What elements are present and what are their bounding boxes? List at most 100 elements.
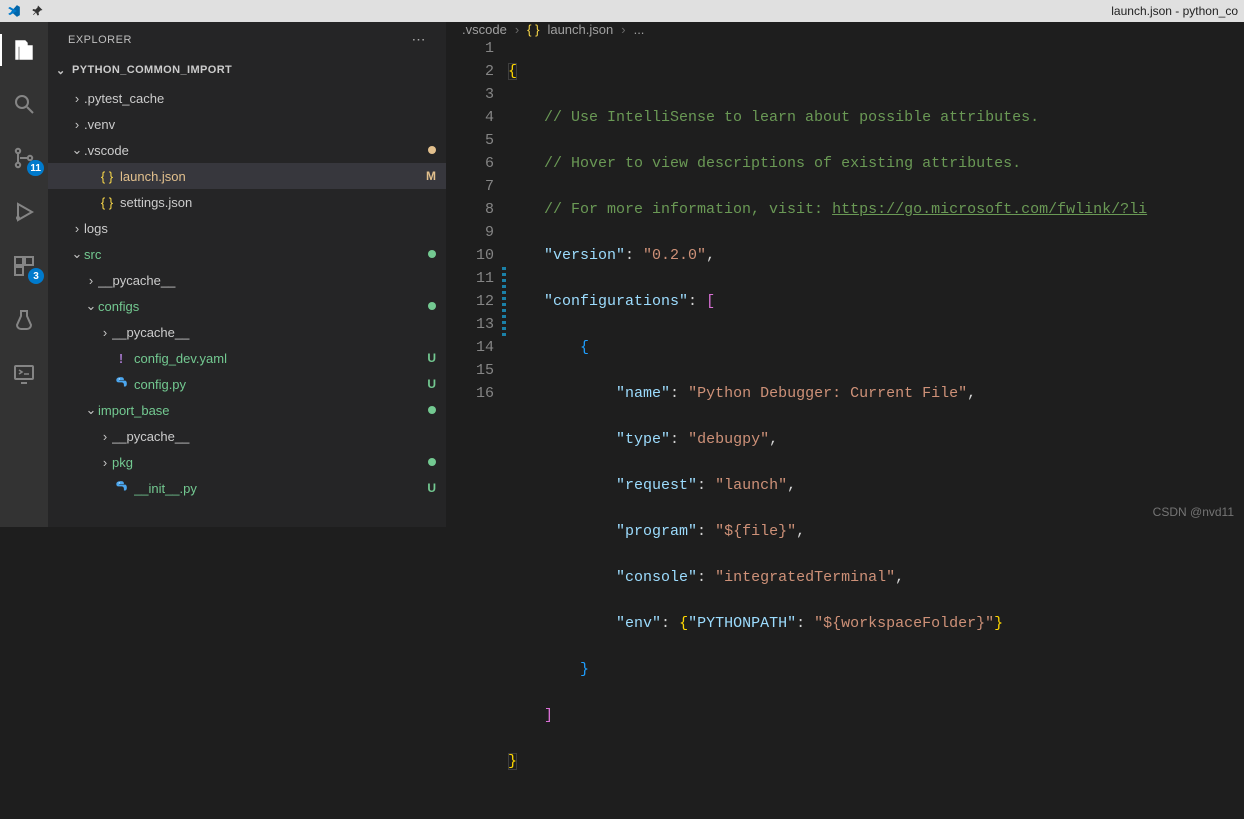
folder-label: import_base bbox=[98, 403, 428, 418]
folder-label: __pycache__ bbox=[98, 273, 436, 288]
chevron-right-icon: › bbox=[70, 221, 84, 236]
chevron-right-icon: › bbox=[98, 429, 112, 444]
code-content[interactable]: { // Use IntelliSense to learn about pos… bbox=[508, 37, 1244, 819]
activity-remote[interactable] bbox=[0, 354, 48, 394]
workspace-header[interactable]: ⌄ PYTHON_COMMON_IMPORT bbox=[48, 57, 446, 83]
git-modified-dot bbox=[428, 146, 436, 154]
folder-row[interactable]: ›.venv bbox=[48, 111, 446, 137]
python-icon bbox=[114, 376, 128, 393]
sidebar-title-label: EXPLORER bbox=[68, 34, 132, 46]
folder-label: .venv bbox=[84, 117, 436, 132]
line-number: 8 bbox=[446, 198, 494, 221]
window-title: launch.json - python_co bbox=[54, 4, 1238, 18]
breadcrumbs[interactable]: .vscode › { } launch.json › ... bbox=[446, 22, 1244, 37]
folder-label: src bbox=[84, 247, 428, 262]
git-status: U bbox=[427, 377, 436, 391]
sidebar-more-icon[interactable]: ⋯ bbox=[412, 31, 427, 48]
folder-row[interactable]: ›pkg bbox=[48, 449, 446, 475]
activity-source-control[interactable]: 11 bbox=[0, 138, 48, 178]
code-editor[interactable]: 12345678910111213141516 { // Use Intelli… bbox=[446, 37, 1244, 819]
line-number: 5 bbox=[446, 129, 494, 152]
breadcrumb-trailing: ... bbox=[634, 22, 645, 37]
chevron-down-icon: ⌄ bbox=[84, 298, 98, 314]
file-label: settings.json bbox=[120, 195, 436, 210]
folder-row[interactable]: ⌄import_base bbox=[48, 397, 446, 423]
titlebar: launch.json - python_co bbox=[0, 0, 1244, 22]
file-row[interactable]: ! config_dev.yaml U bbox=[48, 345, 446, 371]
line-number: 4 bbox=[446, 106, 494, 129]
chevron-down-icon: ⌄ bbox=[70, 246, 84, 262]
git-untracked-dot bbox=[428, 458, 436, 466]
git-status: U bbox=[427, 351, 436, 365]
activity-extensions[interactable]: 3 bbox=[0, 246, 48, 286]
watermark: CSDN @nvd11 bbox=[1153, 505, 1234, 519]
activity-bar: 11 3 bbox=[0, 22, 48, 527]
workspace-name: PYTHON_COMMON_IMPORT bbox=[72, 64, 232, 76]
yaml-icon: ! bbox=[119, 351, 123, 366]
ext-badge: 3 bbox=[28, 268, 44, 284]
folder-label: configs bbox=[98, 299, 428, 314]
file-row[interactable]: { } settings.json bbox=[48, 189, 446, 215]
activity-search[interactable] bbox=[0, 84, 48, 124]
line-number: 12 bbox=[446, 290, 494, 313]
file-label: config_dev.yaml bbox=[134, 351, 419, 366]
folder-row[interactable]: ›__pycache__ bbox=[48, 319, 446, 345]
chevron-right-icon: › bbox=[98, 455, 112, 470]
json-icon: { } bbox=[101, 195, 113, 210]
line-number: 3 bbox=[446, 83, 494, 106]
folder-row[interactable]: ›__pycache__ bbox=[48, 267, 446, 293]
line-number: 13 bbox=[446, 313, 494, 336]
folder-row[interactable]: ⌄src bbox=[48, 241, 446, 267]
file-row[interactable]: config.py U bbox=[48, 371, 446, 397]
file-row[interactable]: __init__.py U bbox=[48, 475, 446, 501]
line-number: 15 bbox=[446, 359, 494, 382]
line-number: 1 bbox=[446, 37, 494, 60]
python-icon bbox=[114, 480, 128, 497]
file-tree: ›.pytest_cache›.venv⌄.vscode{ }launch.js… bbox=[48, 83, 446, 527]
chevron-right-icon: › bbox=[84, 273, 98, 288]
line-number: 2 bbox=[446, 60, 494, 83]
git-status: U bbox=[427, 481, 436, 495]
json-icon: { } bbox=[527, 22, 539, 37]
line-number: 11 bbox=[446, 267, 494, 290]
activity-run-debug[interactable] bbox=[0, 192, 48, 232]
folder-row[interactable]: ›.pytest_cache bbox=[48, 85, 446, 111]
folder-row[interactable]: ⌄.vscode bbox=[48, 137, 446, 163]
json-icon: { } bbox=[101, 169, 113, 184]
line-number: 7 bbox=[446, 175, 494, 198]
pin-icon[interactable] bbox=[30, 5, 46, 17]
chevron-down-icon: ⌄ bbox=[56, 64, 72, 77]
line-number: 16 bbox=[446, 382, 494, 405]
git-untracked-dot bbox=[428, 250, 436, 258]
chevron-down-icon: ⌄ bbox=[84, 402, 98, 418]
folder-label: .pytest_cache bbox=[84, 91, 436, 106]
file-row[interactable]: { } launch.json M bbox=[48, 163, 446, 189]
activity-explorer[interactable] bbox=[0, 30, 48, 70]
folder-row[interactable]: ›__pycache__ bbox=[48, 423, 446, 449]
chevron-right-icon: › bbox=[621, 22, 625, 37]
folder-label: __pycache__ bbox=[112, 429, 436, 444]
line-number: 10 bbox=[446, 244, 494, 267]
explorer-sidebar: EXPLORER ⋯ ⌄ PYTHON_COMMON_IMPORT ›.pyte… bbox=[48, 22, 446, 527]
diff-indicator bbox=[502, 267, 506, 336]
sidebar-title: EXPLORER ⋯ bbox=[48, 22, 446, 57]
folder-row[interactable]: ⌄configs bbox=[48, 293, 446, 319]
chevron-right-icon: › bbox=[98, 325, 112, 340]
line-number: 6 bbox=[446, 152, 494, 175]
git-status: M bbox=[426, 169, 436, 183]
chevron-right-icon: › bbox=[515, 22, 519, 37]
scm-badge: 11 bbox=[27, 160, 44, 176]
git-untracked-dot bbox=[428, 302, 436, 310]
git-untracked-dot bbox=[428, 406, 436, 414]
breadcrumb-file[interactable]: launch.json bbox=[547, 22, 613, 37]
breadcrumb-folder[interactable]: .vscode bbox=[462, 22, 507, 37]
line-number: 9 bbox=[446, 221, 494, 244]
file-label: launch.json bbox=[120, 169, 418, 184]
editor-area: ▢Untitled-1test_1.py2,Mm1.pyUmain.pyMcon… bbox=[446, 22, 1244, 527]
folder-row[interactable]: ›logs bbox=[48, 215, 446, 241]
file-label: config.py bbox=[134, 377, 419, 392]
activity-testing[interactable] bbox=[0, 300, 48, 340]
line-number: 14 bbox=[446, 336, 494, 359]
folder-label: pkg bbox=[112, 455, 428, 470]
file-label: __init__.py bbox=[134, 481, 419, 496]
